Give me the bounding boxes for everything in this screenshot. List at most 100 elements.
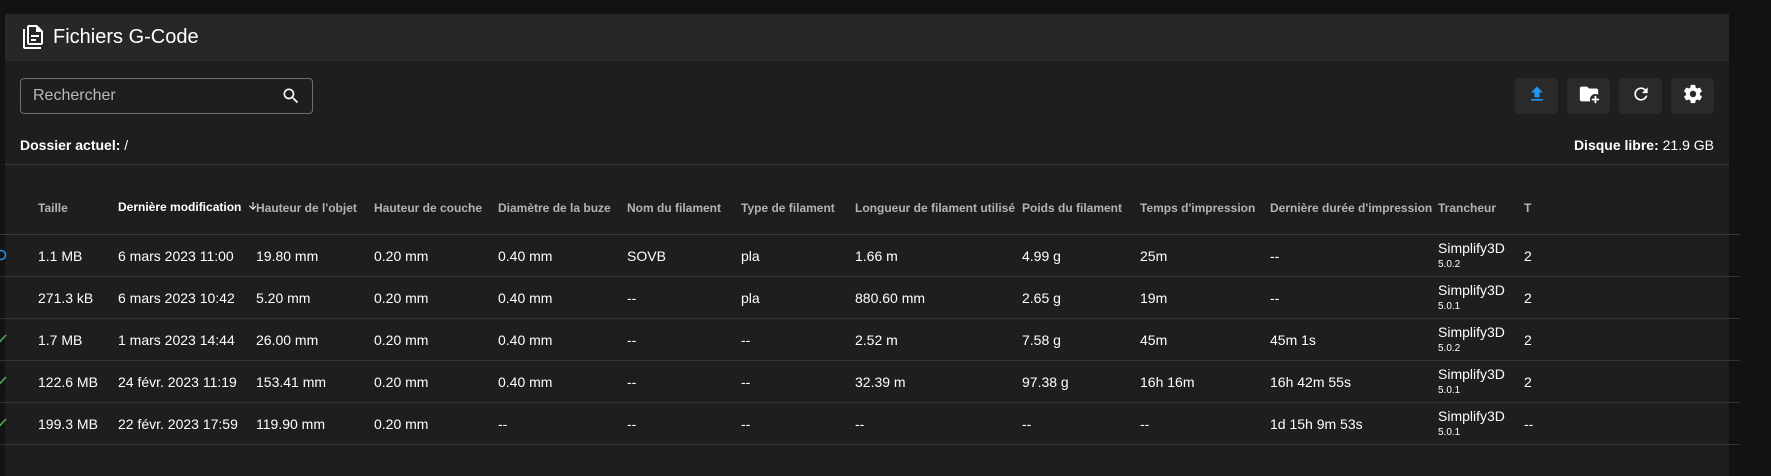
column-header[interactable]: Diamètre de la buze [498, 181, 627, 235]
slicer-name: Simplify3D [1438, 281, 1505, 298]
refresh-icon [1631, 84, 1651, 109]
table-header-row: Taille Dernière modification Hauteur de l'… [0, 181, 1740, 235]
cell-filament-weight: 4.99 g [1022, 234, 1140, 277]
cell-object-height: 26.00 mm [256, 318, 374, 361]
cell-last-duration: -- [1270, 276, 1438, 319]
table-row[interactable]: 271.3 kB 6 mars 2023 10:42 5.20 mm 0.20 mm 0… [0, 276, 1740, 319]
slicer-version: 5.0.2 [1438, 259, 1461, 271]
slicer-version: 5.0.1 [1438, 301, 1461, 313]
new-folder-button[interactable] [1567, 78, 1610, 114]
column-header[interactable]: Taille [38, 181, 118, 235]
cell-slicer: Simplify3D 5.0.2 [1438, 318, 1524, 361]
sort-arrow-down-icon[interactable] [247, 200, 256, 215]
cell-layer-height: 0.20 mm [374, 234, 498, 277]
cell-size: 1.1 MB [38, 234, 118, 277]
column-header-label: Temps d'impression [1140, 200, 1256, 215]
free-disk-label: Disque libre: [1573, 137, 1659, 153]
column-header[interactable]: Poids du filament [1022, 181, 1140, 235]
upload-button[interactable] [1515, 78, 1558, 114]
in-progress-icon [0, 248, 10, 264]
cell-filament-name: -- [627, 402, 741, 445]
upload-icon [1527, 84, 1547, 109]
cell-extra: 2 [1524, 318, 1740, 361]
column-header[interactable]: Dernière durée d'impression [1270, 181, 1438, 235]
refresh-button[interactable] [1619, 78, 1662, 114]
column-header[interactable]: Dernière modification [118, 181, 256, 235]
cell-last-duration: 16h 42m 55s [1270, 360, 1438, 403]
cell-object-height: 5.20 mm [256, 276, 374, 319]
column-header[interactable]: Hauteur de l'objet [256, 181, 374, 235]
current-folder-label: Dossier actuel: [20, 137, 121, 153]
column-header[interactable]: Hauteur de couche [374, 181, 498, 235]
cell-print-time: 19m [1140, 276, 1270, 319]
cell-extra: 2 [1524, 234, 1740, 277]
cell-modified: 22 févr. 2023 17:59 [118, 402, 256, 445]
column-header[interactable]: Trancheur [1438, 181, 1524, 235]
cell-object-height: 119.90 mm [256, 402, 374, 445]
column-header[interactable]: Temps d'impression [1140, 181, 1270, 235]
slicer-name: Simplify3D [1438, 239, 1505, 256]
free-disk: Disque libre: 21.9 GB [1574, 137, 1714, 153]
cell-slicer: Simplify3D 5.0.1 [1438, 276, 1524, 319]
cell-size: 1.7 MB [38, 318, 118, 361]
cell-object-height: 19.80 mm [256, 234, 374, 277]
folder-plus-icon [1578, 83, 1600, 110]
column-header-label: Dernière durée d'impression [1270, 200, 1433, 215]
column-header-label: Nom du filament [627, 200, 722, 215]
cell-print-time: 45m [1140, 318, 1270, 361]
cell-modified: 24 févr. 2023 11:19 [118, 360, 256, 403]
column-header-label: Hauteur de couche [374, 200, 483, 215]
cell-modified: 6 mars 2023 11:00 [118, 234, 256, 277]
table-row[interactable]: 122.6 MB 24 févr. 2023 11:19 153.41 mm 0.20… [0, 360, 1740, 403]
cell-size: 122.6 MB [38, 360, 118, 403]
cell-print-time: -- [1140, 402, 1270, 445]
column-header[interactable]: Type de filament [741, 181, 855, 235]
table-row[interactable]: 199.3 MB 22 févr. 2023 17:59 119.90 mm 0.20… [0, 402, 1740, 445]
cell-modified: 1 mars 2023 14:44 [118, 318, 256, 361]
cell-filament-name: -- [627, 360, 741, 403]
panel-header: Fichiers G-Code [5, 14, 1729, 61]
table-row[interactable]: 1.7 MB 1 mars 2023 14:44 26.00 mm 0.20 mm 0.… [0, 318, 1740, 361]
folder-info-bar: Dossier actuel: / Disque libre: 21.9 GB [5, 131, 1729, 165]
cell-nozzle: 0.40 mm [498, 360, 627, 403]
table-row[interactable]: 1.1 MB 6 mars 2023 11:00 19.80 mm 0.20 mm 0.… [0, 234, 1740, 277]
row-status-cell [0, 318, 38, 361]
slicer-name: Simplify3D [1438, 407, 1505, 424]
cell-nozzle: 0.40 mm [498, 234, 627, 277]
cell-layer-height: 0.20 mm [374, 402, 498, 445]
cell-filament-type: pla [741, 276, 855, 319]
check-icon [0, 374, 10, 390]
current-folder-value: / [124, 137, 129, 153]
cell-nozzle: -- [498, 402, 627, 445]
row-status-cell [0, 360, 38, 403]
cell-slicer: Simplify3D 5.0.1 [1438, 402, 1524, 445]
cell-size: 199.3 MB [38, 402, 118, 445]
free-disk-value: 21.9 GB [1662, 137, 1714, 153]
files-table: Taille Dernière modification Hauteur de l'… [0, 181, 1740, 445]
column-header-label: Poids du filament [1022, 200, 1123, 215]
cell-filament-length: 2.52 m [855, 318, 1022, 361]
table-body: 1.1 MB 6 mars 2023 11:00 19.80 mm 0.20 mm 0.… [0, 234, 1740, 445]
column-header-label: T [1524, 200, 1532, 215]
page-title: Fichiers G-Code [53, 25, 199, 48]
column-header[interactable]: T [1524, 181, 1740, 235]
cell-nozzle: 0.40 mm [498, 276, 627, 319]
cell-slicer: Simplify3D 5.0.1 [1438, 360, 1524, 403]
cell-layer-height: 0.20 mm [374, 318, 498, 361]
slicer-version: 5.0.2 [1438, 343, 1461, 355]
cell-filament-weight: 7.58 g [1022, 318, 1140, 361]
search-input[interactable] [31, 86, 280, 106]
column-header-label: Type de filament [741, 200, 835, 215]
cell-nozzle: 0.40 mm [498, 318, 627, 361]
cell-extra: 2 [1524, 360, 1740, 403]
cell-extra: -- [1524, 402, 1740, 445]
row-status-cell [0, 402, 38, 445]
current-folder: Dossier actuel: / [20, 137, 128, 153]
search-icon[interactable] [280, 85, 302, 107]
column-header[interactable]: Longueur de filament utilisé [855, 181, 1022, 235]
search-field[interactable] [20, 78, 313, 114]
cell-filament-type: -- [741, 318, 855, 361]
column-header[interactable]: Nom du filament [627, 181, 741, 235]
settings-button[interactable] [1671, 78, 1714, 114]
column-header-label: Hauteur de l'objet [256, 200, 357, 215]
